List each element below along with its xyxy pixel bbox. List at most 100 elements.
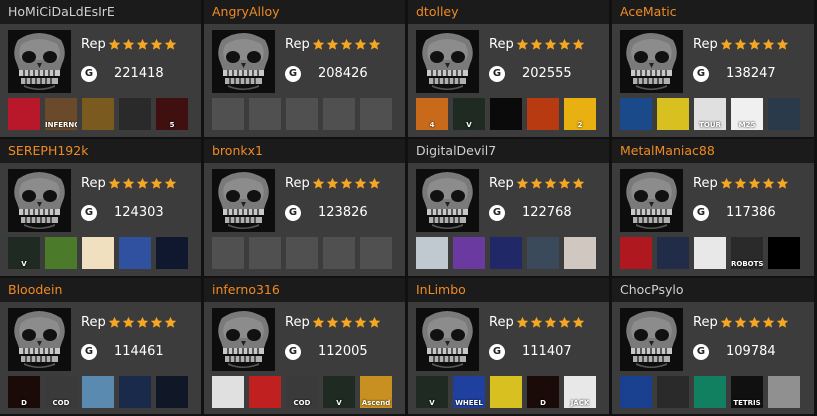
game-tile-icon[interactable] bbox=[620, 237, 652, 269]
game-tile-icon[interactable] bbox=[657, 98, 689, 130]
gamer-card[interactable]: AngryAlloy Rep G 208426 bbox=[204, 0, 405, 137]
game-tile-icon[interactable]: 4 bbox=[416, 98, 448, 130]
game-tile-icon[interactable] bbox=[490, 98, 522, 130]
game-tile-icon[interactable]: COD bbox=[286, 376, 318, 408]
gamertag[interactable]: InLimbo bbox=[408, 278, 609, 302]
gamertag[interactable]: MetalManiac88 bbox=[612, 139, 814, 163]
gamer-card[interactable]: Bloodein Rep G 114461 D COD bbox=[0, 278, 201, 414]
game-tile-icon[interactable] bbox=[82, 237, 114, 269]
gamertag[interactable]: DigitalDevil7 bbox=[408, 139, 609, 163]
gamertag[interactable]: bronkx1 bbox=[204, 139, 405, 163]
gamertag[interactable]: Bloodein bbox=[0, 278, 201, 302]
game-tile-icon[interactable]: JACK bbox=[564, 376, 596, 408]
game-tile-icon[interactable] bbox=[768, 376, 800, 408]
avatar[interactable] bbox=[416, 30, 479, 93]
gamertag[interactable]: AceMatic bbox=[612, 0, 814, 24]
game-tile-icon[interactable] bbox=[212, 376, 244, 408]
avatar[interactable] bbox=[8, 30, 71, 93]
avatar[interactable] bbox=[620, 169, 683, 232]
gamer-card[interactable]: inferno316 Rep G 112005 COD V Ascend bbox=[204, 278, 405, 414]
game-tile-icon[interactable] bbox=[323, 98, 355, 130]
avatar[interactable] bbox=[8, 308, 71, 371]
game-tile-icon[interactable]: TOUR bbox=[694, 98, 726, 130]
avatar[interactable] bbox=[212, 308, 275, 371]
game-tile-icon[interactable] bbox=[694, 376, 726, 408]
game-tile-icon[interactable]: ROBOTS bbox=[731, 237, 763, 269]
gamer-card[interactable]: dtolley Rep G 202555 4 V 2 bbox=[408, 0, 609, 137]
avatar[interactable] bbox=[620, 308, 683, 371]
game-tile-icon[interactable] bbox=[453, 237, 485, 269]
game-tile-icon[interactable] bbox=[416, 237, 448, 269]
gamertag[interactable]: ChocPsylo bbox=[612, 278, 814, 302]
star-icon bbox=[326, 314, 339, 333]
game-tile-icon[interactable] bbox=[156, 376, 188, 408]
game-tile-icon[interactable]: D bbox=[527, 376, 559, 408]
gamertag[interactable]: HoMiCiDaLdEsIrE bbox=[0, 0, 201, 24]
avatar[interactable] bbox=[416, 169, 479, 232]
game-tile-icon[interactable]: M25 bbox=[731, 98, 763, 130]
game-tile-icon[interactable]: INFERNO bbox=[45, 98, 77, 130]
game-tile-icon[interactable] bbox=[490, 237, 522, 269]
gamer-card[interactable]: AceMatic Rep G 138247 TOUR M25 bbox=[612, 0, 814, 137]
game-tile-icon[interactable] bbox=[620, 376, 652, 408]
game-tile-icon[interactable] bbox=[360, 98, 392, 130]
game-tile-icon[interactable] bbox=[212, 237, 244, 269]
game-tile-icon[interactable] bbox=[527, 98, 559, 130]
gamer-card[interactable]: DigitalDevil7 Rep G 122768 bbox=[408, 139, 609, 276]
gamer-card[interactable]: MetalManiac88 Rep G 117386 ROBOTS bbox=[612, 139, 814, 276]
gamer-card[interactable]: ChocPsylo Rep G 109784 TETRIS bbox=[612, 278, 814, 414]
game-tile-icon[interactable] bbox=[156, 237, 188, 269]
game-tile-icon[interactable] bbox=[694, 237, 726, 269]
gamer-card[interactable]: InLimbo Rep G 111407 V WHEEL D JACK bbox=[408, 278, 609, 414]
game-tile-icon[interactable] bbox=[768, 237, 800, 269]
game-tile-icon[interactable] bbox=[82, 376, 114, 408]
game-tile-icon[interactable] bbox=[249, 98, 281, 130]
game-tile-icon[interactable] bbox=[768, 98, 800, 130]
game-tile-icon[interactable] bbox=[620, 98, 652, 130]
gamertag[interactable]: AngryAlloy bbox=[204, 0, 405, 24]
avatar[interactable] bbox=[212, 30, 275, 93]
game-tile-icon[interactable]: V bbox=[416, 376, 448, 408]
game-tile-icon[interactable] bbox=[45, 237, 77, 269]
game-tile-icon[interactable]: V bbox=[8, 237, 40, 269]
gamerscore-icon: G bbox=[693, 66, 709, 82]
game-tile-icon[interactable] bbox=[657, 237, 689, 269]
star-icon bbox=[572, 314, 585, 333]
game-tile-icon[interactable] bbox=[249, 376, 281, 408]
game-tile-icon[interactable] bbox=[212, 98, 244, 130]
game-tile-icon[interactable]: WHEEL bbox=[453, 376, 485, 408]
game-tile-icon[interactable] bbox=[8, 98, 40, 130]
avatar[interactable] bbox=[620, 30, 683, 93]
game-tile-icon[interactable]: Ascend bbox=[360, 376, 392, 408]
game-tile-icon[interactable]: V bbox=[323, 376, 355, 408]
game-tile-icon[interactable] bbox=[119, 237, 151, 269]
star-icon bbox=[164, 36, 177, 55]
game-tile-icon[interactable] bbox=[286, 98, 318, 130]
gamertag[interactable]: SEREPH192k bbox=[0, 139, 201, 163]
gamer-card[interactable]: bronkx1 Rep G 123826 bbox=[204, 139, 405, 276]
game-tile-icon[interactable]: TETRIS bbox=[731, 376, 763, 408]
gamertag[interactable]: inferno316 bbox=[204, 278, 405, 302]
gamer-card[interactable]: SEREPH192k Rep G 124303 V bbox=[0, 139, 201, 276]
avatar[interactable] bbox=[212, 169, 275, 232]
game-tile-icon[interactable] bbox=[564, 237, 596, 269]
game-tile-icon[interactable]: 2 bbox=[564, 98, 596, 130]
game-tile-icon[interactable] bbox=[360, 237, 392, 269]
game-tile-icon[interactable] bbox=[323, 237, 355, 269]
game-tile-icon[interactable] bbox=[119, 376, 151, 408]
avatar[interactable] bbox=[8, 169, 71, 232]
game-tile-icon[interactable] bbox=[119, 98, 151, 130]
game-tile-icon[interactable]: 5 bbox=[156, 98, 188, 130]
avatar[interactable] bbox=[416, 308, 479, 371]
game-tile-icon[interactable]: V bbox=[453, 98, 485, 130]
game-tile-icon[interactable] bbox=[82, 98, 114, 130]
gamertag[interactable]: dtolley bbox=[408, 0, 609, 24]
game-tile-icon[interactable]: D bbox=[8, 376, 40, 408]
game-tile-icon[interactable]: COD bbox=[45, 376, 77, 408]
game-tile-icon[interactable] bbox=[286, 237, 318, 269]
gamer-card[interactable]: HoMiCiDaLdEsIrE Rep G 221418 INFERNO 5 bbox=[0, 0, 201, 137]
game-tile-icon[interactable] bbox=[657, 376, 689, 408]
game-tile-icon[interactable] bbox=[249, 237, 281, 269]
game-tile-icon[interactable] bbox=[490, 376, 522, 408]
game-tile-icon[interactable] bbox=[527, 237, 559, 269]
